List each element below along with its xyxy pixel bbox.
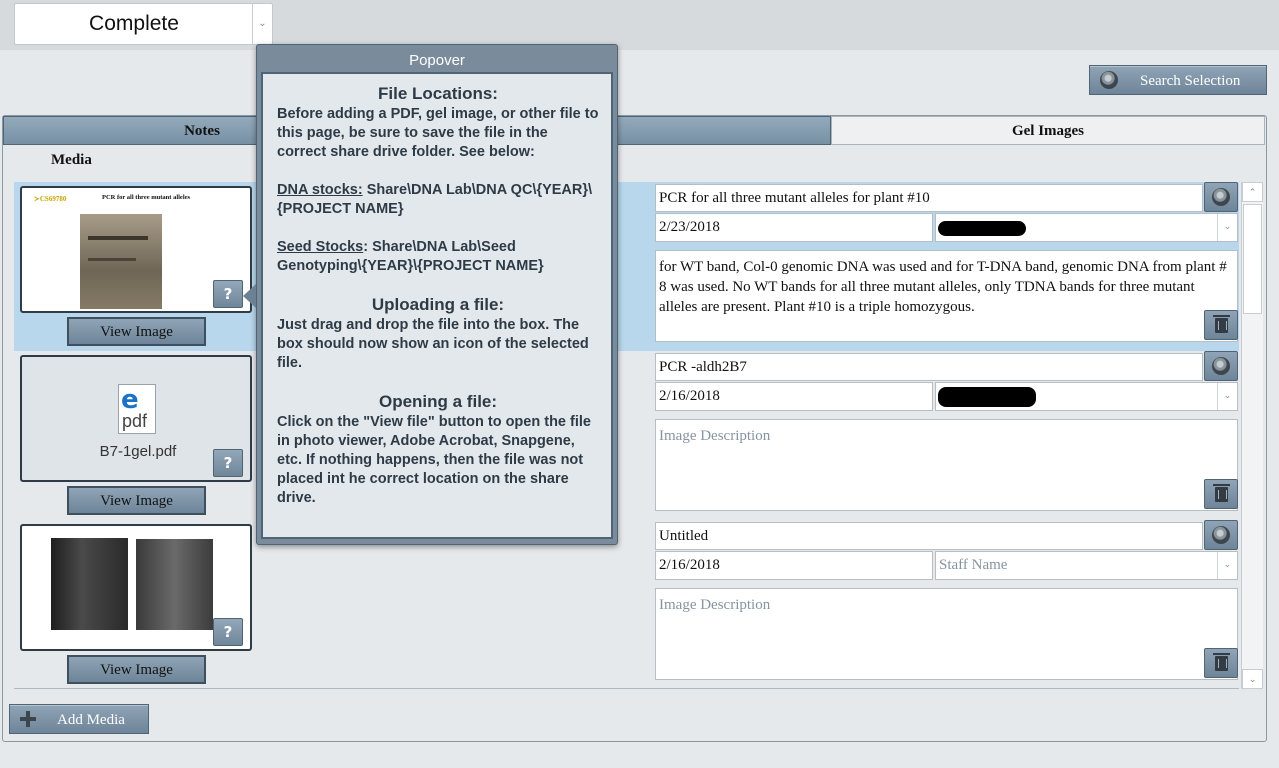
camera-button[interactable] [1204,520,1238,550]
image-description-input[interactable]: Image Description [655,419,1238,511]
view-image-button[interactable]: View Image [67,655,206,684]
gel-image-thumbnail[interactable]: ? [20,524,252,651]
top-bar: Complete ⌄ [0,0,1279,50]
media-row: e pdf B7-1gel.pdf ? View Image PCR -aldh… [14,351,1239,520]
pdf-icon-text: pdf [122,411,148,431]
image-description-input[interactable]: Image Description [655,588,1238,680]
camera-icon [1212,188,1230,206]
status-value: Complete [89,12,179,35]
popover-body: File Locations: Before adding a PDF, gel… [261,72,613,539]
pdf-file-icon: e pdf [118,384,156,434]
camera-button[interactable] [1204,351,1238,381]
image-title-input[interactable]: PCR for all three mutant alleles for pla… [655,184,1203,212]
camera-button[interactable] [1204,182,1238,212]
seed-stocks-label: Seed Stocks [277,239,364,255]
delete-button[interactable] [1204,648,1238,678]
media-panel: Notes nents Gel Images Media ≻CS69780 PC… [2,115,1267,742]
camera-icon [1212,526,1230,544]
help-button[interactable]: ? [213,449,243,477]
help-popover: Popover File Locations: Before adding a … [256,44,618,545]
delete-button[interactable] [1204,479,1238,509]
popover-title: Popover [409,52,465,69]
media-list: ≻CS69780 PCR for all three mutant allele… [14,182,1239,689]
opening-text: Click on the "View file" button to open … [277,414,591,506]
tab-gel-images[interactable]: Gel Images [831,116,1265,145]
camera-icon [1212,357,1230,375]
opening-heading: Opening a file: [378,392,498,411]
help-button[interactable]: ? [213,280,243,308]
chevron-down-icon[interactable]: ⌄ [1217,552,1237,579]
date-input[interactable]: 2/16/2018 [655,551,933,580]
uploading-heading: Uploading a file: [371,295,505,314]
dna-stocks-label: DNA stocks: [277,182,363,198]
trash-icon [1213,484,1230,502]
add-media-button[interactable]: Add Media [9,704,149,734]
chevron-down-icon[interactable]: ⌄ [252,4,272,44]
image-title-input[interactable]: PCR -aldh2B7 [655,353,1203,381]
staff-select[interactable]: ⌄ [935,382,1238,411]
image-title-input[interactable]: Untitled [655,522,1203,550]
file-locations-text: Before adding a PDF, gel image, or other… [277,106,599,160]
view-image-button[interactable]: View Image [67,317,206,346]
staff-select[interactable]: Staff Name ⌄ [935,551,1238,580]
media-heading: Media [51,152,92,168]
thumb-caption: PCR for all three mutant alleles [102,194,191,201]
search-icon [1100,71,1118,89]
gel-image [136,539,213,630]
plus-icon [18,709,38,729]
uploading-text: Just drag and drop the file into the box… [277,317,589,371]
search-selection-button[interactable]: Search Selection [1089,65,1267,95]
gel-image [51,538,128,630]
seed-stocks-line: Seed Stocks: Share\DNA Lab\Seed Genotypi… [277,238,599,276]
gel-image [80,214,162,309]
file-thumbnail[interactable]: e pdf B7-1gel.pdf ? [20,355,252,482]
popover-arrow [243,284,256,308]
redacted-name [938,221,1026,236]
redacted-name [938,387,1036,407]
media-row: ? View Image Untitled 2/16/2018 Staff Na… [14,520,1239,688]
staff-select[interactable]: ⌄ [935,213,1238,242]
chevron-down-icon[interactable]: ⌄ [1217,214,1237,241]
status-select[interactable]: Complete ⌄ [14,3,273,45]
scrollbar-thumb[interactable] [1243,204,1262,314]
thumb-tag: ≻CS69780 [34,195,67,203]
gel-band [88,236,148,240]
file-locations-heading: File Locations: [378,84,498,103]
gel-band [88,258,136,261]
dna-stocks-line: DNA stocks: Share\DNA Lab\DNA QC\{YEAR}\… [277,181,599,219]
date-input[interactable]: 2/16/2018 [655,382,933,411]
scrollbar[interactable]: ⌃ ⌄ [1241,182,1263,689]
chevron-down-icon[interactable]: ⌄ [1217,383,1237,410]
help-button[interactable]: ? [213,618,243,646]
delete-button[interactable] [1204,310,1238,340]
date-input[interactable]: 2/23/2018 [655,213,933,242]
trash-icon [1213,653,1230,671]
gel-image-thumbnail[interactable]: ≻CS69780 PCR for all three mutant allele… [20,186,252,313]
scroll-up-icon[interactable]: ⌃ [1242,182,1263,202]
staff-placeholder: Staff Name [939,557,1008,573]
scroll-down-icon[interactable]: ⌄ [1242,669,1263,689]
view-image-button[interactable]: View Image [67,486,206,515]
media-row: ≻CS69780 PCR for all three mutant allele… [14,182,1239,351]
trash-icon [1213,315,1230,333]
image-description-input[interactable]: for WT band, Col-0 genomic DNA was used … [655,250,1238,342]
